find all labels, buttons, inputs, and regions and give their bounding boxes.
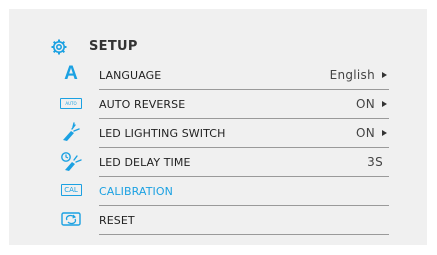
menu-item-auto-reverse[interactable]: AUTO REV AUTO REVERSE ON	[59, 90, 389, 119]
menu-item-reset[interactable]: RESET	[59, 206, 389, 235]
menu-item-language[interactable]: A LANGUAGE English	[59, 61, 389, 90]
arrow-right-icon	[382, 72, 387, 78]
setup-panel: SETUP A LANGUAGE English AUTO REV AUTO R…	[9, 9, 427, 245]
menu-item-calibration[interactable]: CAL CALIBRATION	[59, 177, 389, 206]
menu-item-led-lighting-switch[interactable]: LED LIGHTING SWITCH ON	[59, 119, 389, 148]
arrow-right-icon	[382, 101, 387, 107]
menu-item-value: English	[329, 68, 375, 82]
reset-icon	[59, 209, 83, 229]
menu-item-value: ON	[355, 126, 375, 140]
menu-item-label: AUTO REVERSE	[99, 98, 186, 111]
menu-item-label: RESET	[99, 214, 135, 227]
menu-item-value: 3S	[367, 155, 383, 169]
arrow-right-icon	[382, 130, 387, 136]
gear-icon	[51, 33, 79, 61]
auto-reverse-icon: AUTO REV	[59, 93, 83, 113]
light-switch-icon	[59, 122, 83, 142]
setup-header	[51, 33, 79, 61]
menu-item-label: CALIBRATION	[99, 185, 173, 198]
menu-item-value: ON	[355, 97, 375, 111]
clock-light-icon	[59, 151, 83, 171]
menu-item-label: LED DELAY TIME	[99, 156, 191, 169]
divider	[99, 234, 389, 235]
cal-icon: CAL	[59, 180, 83, 200]
page-title: SETUP	[89, 39, 138, 54]
letter-a-icon: A	[64, 63, 78, 84]
menu-item-label: LED LIGHTING SWITCH	[99, 127, 226, 140]
menu-item-label: LANGUAGE	[99, 69, 162, 82]
menu-item-led-delay-time[interactable]: LED DELAY TIME 3S	[59, 148, 389, 177]
